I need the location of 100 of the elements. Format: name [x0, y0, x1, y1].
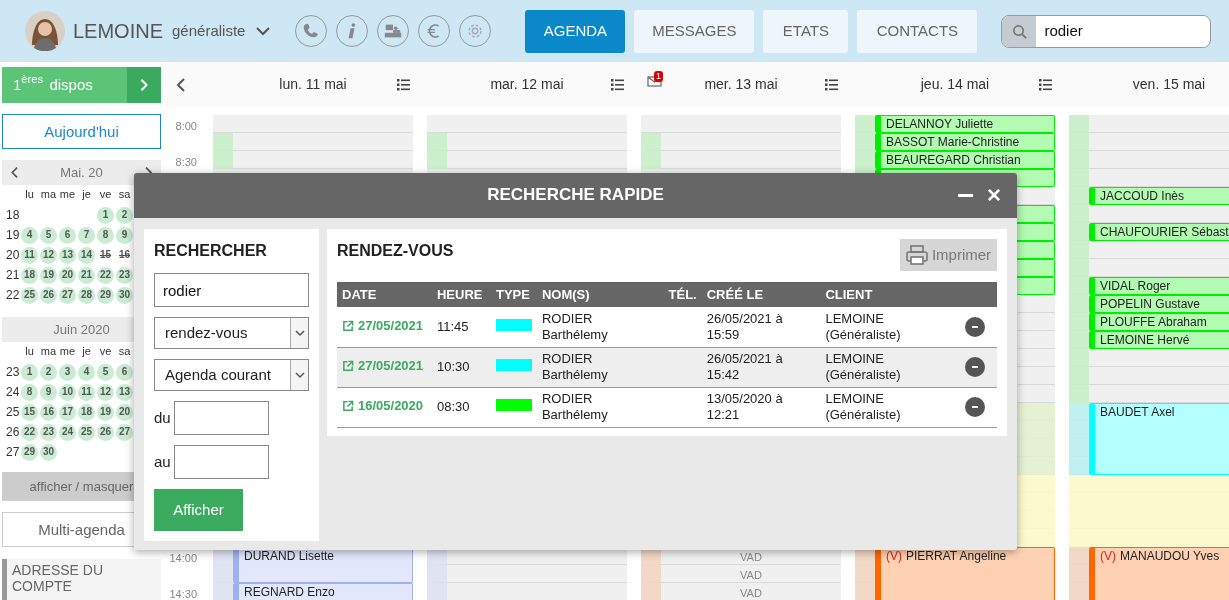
- calendar-day[interactable]: 5: [40, 226, 57, 244]
- remove-icon[interactable]: [965, 397, 985, 417]
- calendar-day[interactable]: 22: [21, 423, 38, 441]
- calendar-day[interactable]: 26: [40, 286, 57, 304]
- table-cell-text: RODIER Barthélemy: [541, 391, 609, 423]
- nav-tab[interactable]: ETATS: [763, 9, 849, 53]
- note-label: VAD: [739, 569, 763, 583]
- calendar-day[interactable]: 12: [97, 383, 114, 401]
- column-header: NOM(S): [536, 282, 664, 307]
- calendar-day[interactable]: 18: [21, 266, 38, 284]
- list-icon[interactable]: [825, 78, 838, 91]
- calendar-day[interactable]: 1: [21, 363, 38, 381]
- calendar-day[interactable]: 4: [21, 226, 38, 244]
- remove-icon[interactable]: [965, 357, 985, 377]
- calendar-day[interactable]: 7: [78, 226, 95, 244]
- table-cell-text: LEMOINE (Généraliste): [825, 351, 902, 383]
- calendar-day[interactable]: 20: [59, 266, 76, 284]
- nav-tab[interactable]: MESSAGES: [634, 9, 755, 53]
- print-button[interactable]: Imprimer: [900, 239, 997, 271]
- calendar-day[interactable]: 27: [59, 286, 76, 304]
- nav-tab[interactable]: AGENDA: [525, 9, 626, 53]
- list-icon[interactable]: [1039, 78, 1052, 91]
- calendar-day[interactable]: 13: [116, 383, 133, 401]
- calendar-day[interactable]: 3: [59, 363, 76, 381]
- calendar-day[interactable]: 22: [97, 266, 114, 284]
- appointment[interactable]: BAUDET Axel: [1089, 403, 1229, 475]
- calendar-day[interactable]: 16: [40, 403, 57, 421]
- appointment[interactable]: PLOUFFE Abraham: [1089, 313, 1229, 331]
- calendar-day[interactable]: 23: [116, 266, 133, 284]
- search-field[interactable]: rodier: [154, 273, 309, 307]
- calendar-day[interactable]: 20: [116, 403, 133, 421]
- search-field[interactable]: rodier: [1001, 14, 1212, 48]
- calendar-day[interactable]: 25: [21, 286, 38, 304]
- date-field[interactable]: [174, 445, 269, 479]
- weekday-label: ve: [98, 345, 113, 359]
- calendar-day[interactable]: 25: [78, 423, 95, 441]
- appointment[interactable]: LEMOINE Hervé: [1089, 331, 1229, 349]
- calendar-day[interactable]: 16: [116, 246, 133, 264]
- calendar-day[interactable]: 21: [78, 266, 95, 284]
- calendar-day[interactable]: 9: [116, 226, 133, 244]
- calendar-day[interactable]: 12: [40, 246, 57, 264]
- calendar-day[interactable]: 1: [97, 206, 114, 224]
- calendar-day[interactable]: 24: [59, 423, 76, 441]
- appointment[interactable]: BASSOT Marie-Christine: [875, 133, 1055, 151]
- close-icon[interactable]: [987, 188, 1001, 202]
- calendar-day[interactable]: 15: [97, 246, 114, 264]
- calendar-day[interactable]: 14: [78, 246, 95, 264]
- appointment[interactable]: (V) PIERRAT Angeline: [875, 547, 1055, 600]
- calendar-day[interactable]: 23: [40, 423, 57, 441]
- calendar-day[interactable]: 9: [40, 383, 57, 401]
- calendar-day[interactable]: 2: [116, 206, 133, 224]
- calendar-day[interactable]: 30: [40, 443, 57, 461]
- appointment[interactable]: CHAUFOURIER Sébast: [1089, 223, 1229, 241]
- appointment[interactable]: DELANNOY Juliette: [875, 115, 1055, 133]
- appointment[interactable]: BEAUREGARD Christian: [875, 151, 1055, 169]
- calendar-day[interactable]: 10: [59, 383, 76, 401]
- calendar-day[interactable]: 13: [59, 246, 76, 264]
- day-label: ven. 15 mai: [1132, 76, 1206, 93]
- date-field[interactable]: [174, 401, 269, 435]
- field-label: du: [154, 409, 169, 427]
- calendar-day[interactable]: 11: [78, 383, 95, 401]
- dialog-title: RECHERCHE RAPIDE: [487, 185, 664, 206]
- calendar-day[interactable]: 29: [97, 286, 114, 304]
- calendar-day[interactable]: 2: [40, 363, 57, 381]
- calendar-day[interactable]: 28: [78, 286, 95, 304]
- remove-icon[interactable]: [965, 316, 985, 337]
- calendar-day[interactable]: 29: [21, 443, 38, 461]
- calendar-day[interactable]: 4: [78, 363, 95, 381]
- today-button[interactable]: Aujourd'hui: [2, 114, 161, 149]
- calendar-day[interactable]: 19: [97, 403, 114, 421]
- calendar-day[interactable]: 5: [97, 363, 114, 381]
- calendar-day[interactable]: 27: [116, 423, 133, 441]
- nav-tab[interactable]: CONTACTS: [857, 9, 978, 53]
- appointment[interactable]: POPELIN Gustave: [1089, 295, 1229, 313]
- select-field[interactable]: Agenda courant: [154, 359, 309, 391]
- account-section[interactable]: ADRESSE DU COMPTE: [2, 559, 161, 600]
- calendar-day[interactable]: 26: [97, 423, 114, 441]
- week-number: 20: [5, 247, 20, 263]
- calendar-day[interactable]: 17: [59, 403, 76, 421]
- calendar-day[interactable]: 6: [116, 363, 133, 381]
- calendar-day[interactable]: 8: [97, 226, 114, 244]
- calendar-day[interactable]: 15: [21, 403, 38, 421]
- appointment[interactable]: VIDAL Roger: [1089, 277, 1229, 295]
- user-role: généraliste: [172, 22, 246, 40]
- time-label: 8:00: [175, 120, 197, 134]
- calendar-day[interactable]: 8: [21, 383, 38, 401]
- table-cell-text: RODIER Barthélemy: [541, 351, 609, 383]
- calendar-day[interactable]: 11: [21, 246, 38, 264]
- appointment[interactable]: JACCOUD Inès: [1089, 187, 1229, 205]
- list-icon[interactable]: [397, 78, 410, 91]
- calendar-day[interactable]: 18: [78, 403, 95, 421]
- appointment[interactable]: REGNARD Enzo: [233, 583, 413, 600]
- calendar-day[interactable]: 30: [116, 286, 133, 304]
- list-icon[interactable]: [611, 78, 624, 91]
- calendar-day[interactable]: 19: [40, 266, 57, 284]
- appointment[interactable]: (V) MANAUDOU Yves: [1089, 547, 1229, 600]
- calendar-day[interactable]: 6: [59, 226, 76, 244]
- column-header: CRÉÉ LE: [701, 282, 821, 307]
- select-field[interactable]: rendez-vous: [154, 317, 309, 349]
- week-number: 24: [5, 384, 20, 400]
